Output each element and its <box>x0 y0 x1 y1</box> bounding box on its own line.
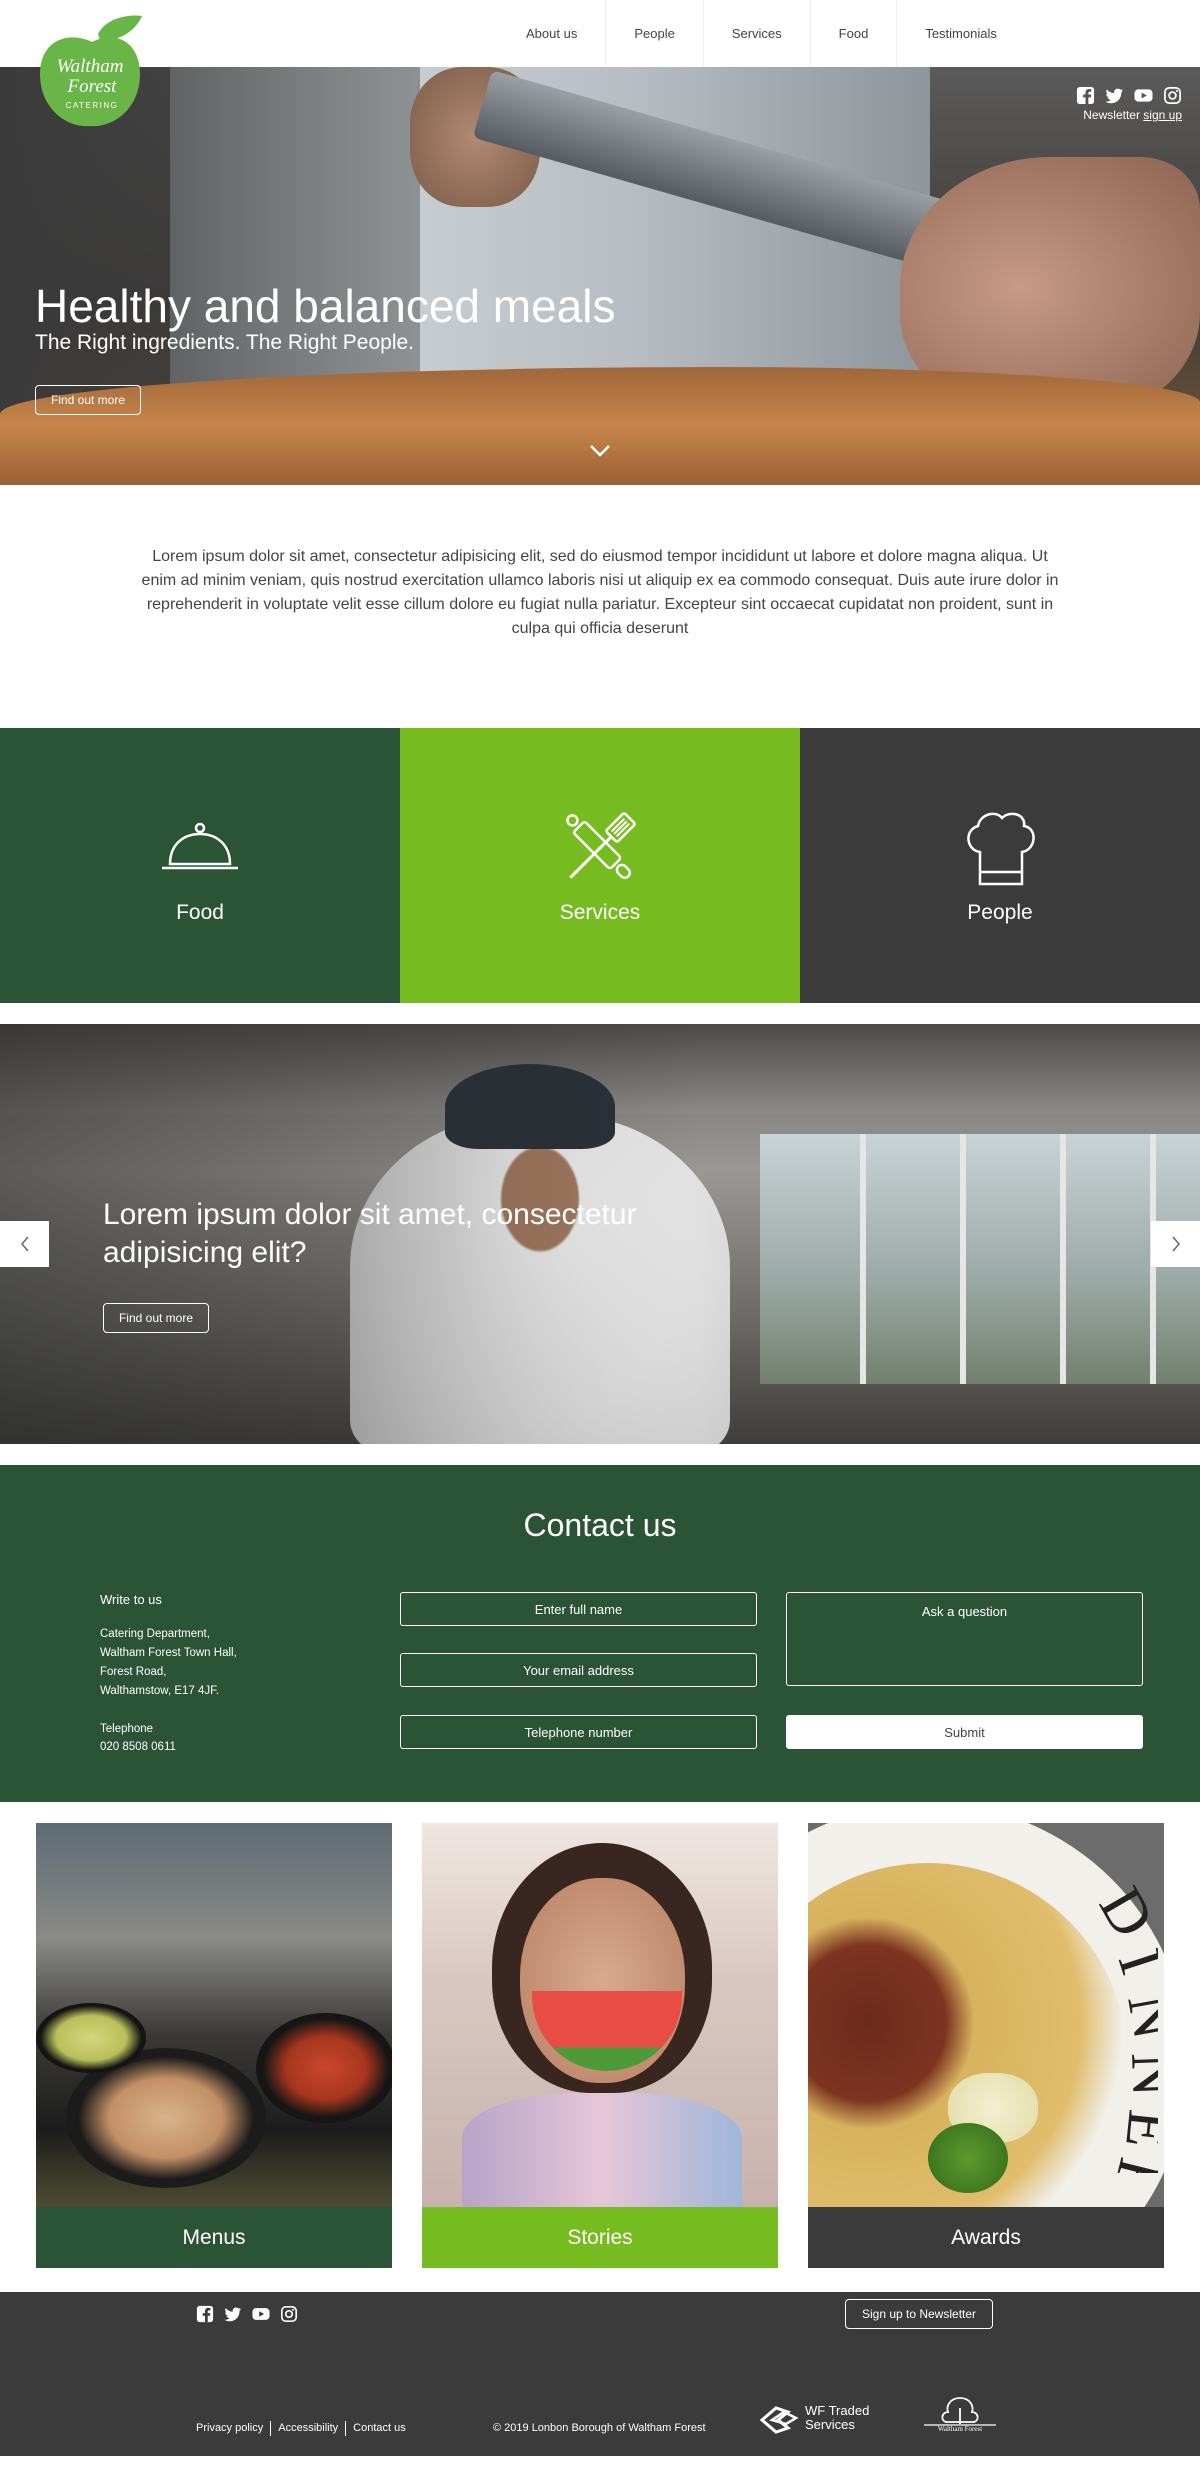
council-name: Waltham Forest <box>937 2425 983 2433</box>
twitter-icon[interactable] <box>224 2305 242 2323</box>
telephone-number: 020 8508 0611 <box>100 1741 176 1753</box>
newsletter-signup-prompt: Newsletter sign up <box>1083 108 1182 122</box>
email-input[interactable]: Your email address <box>400 1653 757 1687</box>
intro-paragraph: Lorem ipsum dolor sit amet, consectetur … <box>141 548 1059 637</box>
tile-services-label: Services <box>559 901 641 924</box>
svg-text:D: D <box>1086 1876 1158 1949</box>
footer-link-privacy-policy[interactable]: Privacy policy <box>196 2421 270 2436</box>
wf-traded-line1: WF Traded <box>805 2403 870 2418</box>
awards-photo: D I N N E R <box>808 1823 1164 2207</box>
chef-hat-icon <box>967 812 1035 886</box>
slider-prev-button[interactable] <box>0 1221 49 1267</box>
footer-link-accessibility[interactable]: Accessibility <box>270 2421 345 2436</box>
address-line: Forest Road, <box>100 1666 167 1678</box>
write-to-us-label: Write to us <box>100 1592 162 1607</box>
copyright-text: © 2019 Lonbon Borough of Waltham Forest <box>493 2422 706 2434</box>
svg-text:E: E <box>1112 2107 1158 2152</box>
address-line: Catering Department, <box>100 1628 210 1640</box>
header-social-links <box>1076 86 1182 105</box>
footer-link-contact-us[interactable]: Contact us <box>345 2421 413 2436</box>
feature-tiles: Food Services People <box>0 728 1200 1003</box>
footer-bottom: Privacy policy Accessibility Contact us … <box>0 2336 1200 2456</box>
waltham-forest-catering-logo[interactable]: Waltham Forest CATERING <box>36 12 144 130</box>
footer-top-bar: Sign up to Newsletter <box>0 2292 1200 2336</box>
footer-social-links <box>196 2305 298 2323</box>
cloche-icon <box>162 822 238 870</box>
address-line: Walthamstow, E17 4JF. <box>100 1685 220 1697</box>
chevron-left-icon <box>20 1236 29 1252</box>
hero-find-out-more-button[interactable]: Find out more <box>35 385 141 415</box>
svg-text:N: N <box>1118 2051 1158 2098</box>
wf-traded-services-text: WF Traded Services <box>805 2404 869 2432</box>
stories-photo <box>422 1823 778 2207</box>
hero-banner: Healthy and balanced meals The Right ing… <box>0 67 1200 485</box>
card-stories-label: Stories <box>422 2207 778 2268</box>
twitter-icon[interactable] <box>1105 86 1124 105</box>
postal-address: Catering Department, Waltham Forest Town… <box>100 1625 237 1701</box>
wf-traded-line2: Services <box>805 2417 855 2432</box>
facebook-icon[interactable] <box>1076 86 1095 105</box>
slider-find-out-more-button[interactable]: Find out more <box>103 1303 209 1333</box>
telephone-input[interactable]: Telephone number <box>400 1715 757 1749</box>
card-awards[interactable]: D I N N E R Awards <box>808 1823 1164 2268</box>
card-stories[interactable]: Stories <box>422 1823 778 2268</box>
content-cards: Menus Stories D I N N E R Awards <box>36 1823 1164 2268</box>
hero-bread <box>0 367 1200 485</box>
nav-item-services[interactable]: Services <box>704 0 811 67</box>
card-menus[interactable]: Menus <box>36 1823 392 2268</box>
slider-window-frame <box>1060 1134 1066 1384</box>
youtube-icon[interactable] <box>1134 86 1153 105</box>
telephone-label: Telephone <box>100 1723 154 1735</box>
logo-text-catering: CATERING <box>66 101 119 110</box>
menus-photo <box>36 1823 392 2207</box>
logo-text-forest: Forest <box>67 76 118 97</box>
address-line: Waltham Forest Town Hall, <box>100 1647 237 1659</box>
youtube-icon[interactable] <box>252 2305 270 2323</box>
submit-button[interactable]: Submit <box>786 1715 1143 1749</box>
nav-item-people[interactable]: People <box>606 0 704 67</box>
tile-people[interactable]: People <box>800 728 1200 1003</box>
slider-window-frame <box>960 1134 966 1384</box>
tile-people-label: People <box>967 901 1033 924</box>
chevron-down-icon[interactable] <box>588 443 612 459</box>
testimonial-slider: Lorem ipsum dolor sit amet, consectetur … <box>0 1024 1200 1444</box>
tile-food-label: Food <box>176 901 224 924</box>
nav-item-about-us[interactable]: About us <box>498 0 607 67</box>
footer-links: Privacy policy Accessibility Contact us <box>196 2421 413 2436</box>
utensils-icon <box>566 812 636 879</box>
logo-text-waltham: Waltham <box>57 56 124 77</box>
newsletter-signup-link[interactable]: sign up <box>1143 108 1182 122</box>
slider-window-frame <box>860 1134 866 1384</box>
dinner-plate-lettering: D I N N E R <box>1086 1876 1158 2173</box>
hero-title: Healthy and balanced meals <box>35 280 616 332</box>
nav-item-food[interactable]: Food <box>811 0 898 67</box>
svg-text:R: R <box>1098 2152 1158 2173</box>
svg-text:N: N <box>1114 1989 1158 2045</box>
nav-menu: About us People Services Food Testimonia… <box>498 0 1025 67</box>
facebook-icon[interactable] <box>196 2305 214 2323</box>
question-textarea[interactable]: Ask a question <box>786 1592 1143 1686</box>
tile-services[interactable]: Services <box>400 728 800 1003</box>
card-menus-label: Menus <box>36 2207 392 2268</box>
newsletter-label: Newsletter <box>1083 108 1140 122</box>
slider-next-button[interactable] <box>1151 1221 1200 1267</box>
contact-heading: Contact us <box>523 1507 677 1543</box>
slider-title: Lorem ipsum dolor sit amet, consectetur … <box>103 1198 637 1269</box>
instagram-icon[interactable] <box>1163 86 1182 105</box>
full-name-input[interactable]: Enter full name <box>400 1592 757 1626</box>
nav-item-testimonials[interactable]: Testimonials <box>897 0 1025 67</box>
hero-subtitle: The Right ingredients. The Right People. <box>35 331 415 354</box>
tile-food[interactable]: Food <box>0 728 400 1003</box>
top-navigation: About us People Services Food Testimonia… <box>0 0 1200 67</box>
card-awards-label: Awards <box>808 2207 1164 2268</box>
newsletter-signup-button[interactable]: Sign up to Newsletter <box>845 2299 993 2329</box>
instagram-icon[interactable] <box>280 2305 298 2323</box>
chevron-right-icon <box>1171 1236 1180 1252</box>
slider-kitchen-windows <box>760 1134 1200 1384</box>
svg-text:I: I <box>1105 1941 1158 1982</box>
contact-section: Contact us Write to us Catering Departme… <box>0 1465 1200 1802</box>
